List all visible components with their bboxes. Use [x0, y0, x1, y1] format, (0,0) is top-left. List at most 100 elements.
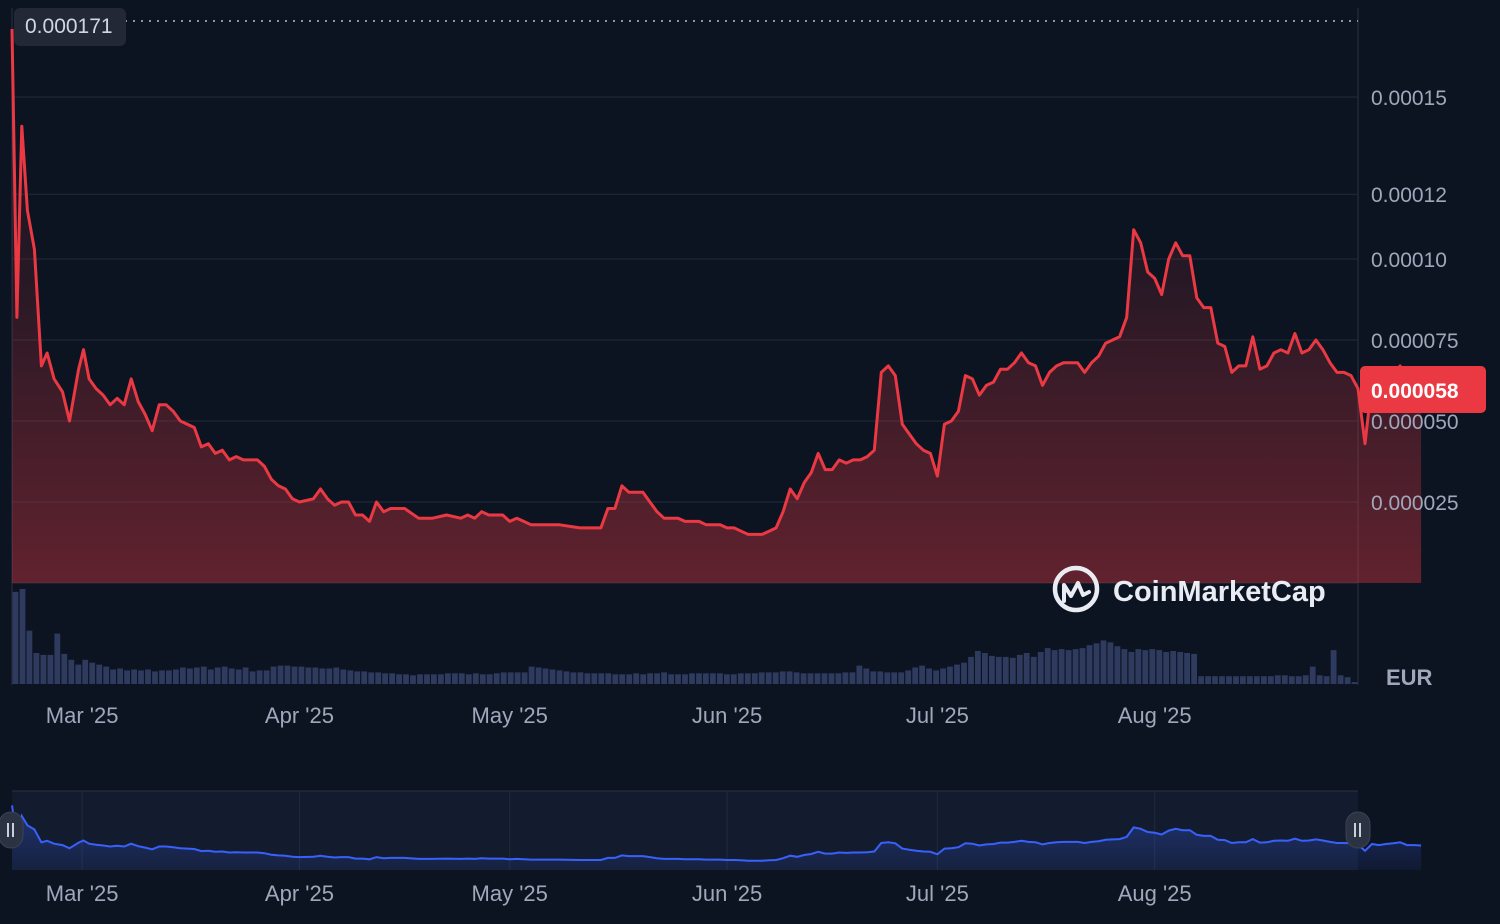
range-navigator[interactable]	[0, 790, 1422, 870]
volume-bar	[1323, 676, 1330, 684]
volume-bar	[256, 670, 263, 684]
volume-bar	[228, 668, 235, 684]
volume-bar	[1093, 643, 1100, 684]
navigator-right-handle[interactable]	[1345, 811, 1371, 849]
volume-bar	[675, 674, 681, 684]
volume-bar	[277, 665, 284, 684]
volume-bar	[326, 668, 333, 684]
volume-bar	[542, 668, 549, 684]
x-tick-label: Jul '25	[906, 703, 969, 728]
volume-bar	[242, 667, 249, 684]
volume-bar	[1330, 650, 1337, 684]
volume-bar	[856, 665, 863, 684]
volume-bar	[821, 673, 828, 684]
volume-bar	[445, 673, 451, 684]
navigator-left-handle[interactable]	[0, 811, 24, 849]
right-handle-grip[interactable]	[1345, 811, 1371, 849]
volume-bar	[1177, 652, 1184, 684]
volume-bar	[786, 671, 793, 684]
volume-bar	[1295, 676, 1302, 684]
volume-bar	[661, 672, 667, 684]
volume-bar	[995, 656, 1002, 684]
volume-bar	[814, 673, 821, 684]
volume-bar	[619, 674, 626, 684]
volume-bar	[382, 673, 388, 684]
volume-bar	[152, 671, 158, 684]
volume-bar	[173, 669, 179, 684]
volume-bar	[891, 672, 898, 684]
volume-bar	[319, 668, 326, 684]
volume-bar	[1351, 682, 1358, 684]
volume-bar	[724, 674, 730, 684]
volume-bar	[703, 673, 709, 684]
volume-bar	[1219, 676, 1225, 684]
volume-bar	[1233, 676, 1239, 684]
volume-bar	[166, 670, 172, 684]
volume-bar	[61, 653, 68, 684]
volume-bar	[26, 630, 33, 684]
price-area-fill	[12, 29, 1422, 583]
volume-bar	[1302, 675, 1309, 684]
volume-bar	[214, 667, 221, 684]
current-price-label: 0.000058	[1371, 380, 1459, 403]
volume-bar	[737, 673, 744, 684]
volume-bar	[375, 672, 382, 684]
volume-bar	[835, 673, 842, 684]
volume-bar	[500, 672, 507, 684]
volume-bar	[898, 672, 905, 684]
volume-bar	[591, 673, 598, 684]
volume-bar	[263, 670, 270, 684]
volume-bar	[1058, 649, 1065, 684]
volume-bar	[863, 668, 870, 684]
volume-bar	[514, 672, 521, 684]
volume-bar	[1065, 650, 1072, 684]
volume-bar	[800, 673, 807, 684]
volume-bar	[19, 589, 26, 684]
volume-bar	[772, 672, 779, 684]
volume-bar	[1240, 676, 1246, 684]
volume-bar	[1016, 654, 1023, 684]
volume-bar	[1044, 648, 1051, 684]
volume-bar	[744, 673, 751, 684]
volume-bar	[1184, 653, 1190, 684]
volume-bar	[528, 666, 535, 684]
volume-bar	[89, 662, 96, 684]
volume-bar	[535, 667, 542, 684]
volume-bar	[919, 665, 925, 684]
left-handle-grip[interactable]	[0, 811, 24, 849]
volume-bar	[1205, 676, 1211, 684]
volume-bar	[145, 669, 151, 684]
volume-bar	[1072, 649, 1079, 684]
volume-bar	[1086, 645, 1093, 684]
volume-bar	[312, 667, 319, 684]
volume-bar	[1128, 652, 1135, 684]
volume-bar	[1198, 676, 1204, 684]
volume-bar	[187, 668, 193, 684]
volume-bar	[110, 669, 116, 684]
price-chart: 0.000171 0.000025 0.000050 0.000075 0.00010…	[0, 8, 1486, 906]
volume-bar	[131, 669, 137, 684]
volume-bar	[989, 655, 995, 684]
volume-bar	[933, 670, 939, 684]
volume-bar	[361, 671, 368, 684]
volume-bar	[12, 591, 19, 684]
volume-bar	[877, 671, 884, 684]
watermark-text: CoinMarketCap	[1113, 576, 1326, 608]
volume-bar	[947, 666, 953, 684]
y-tick-label: 0.000075	[1371, 330, 1459, 353]
volume-bar	[605, 673, 612, 684]
volume-bar	[340, 669, 347, 684]
navigator-x-axis: Mar '25 Apr '25 May '25 Jun '25 Jul '25 Aug '…	[46, 881, 1192, 906]
volume-bar	[584, 673, 591, 684]
volume-bar	[905, 670, 912, 684]
volume-bar	[1267, 676, 1274, 684]
navigator-x-tick-label: Aug '25	[1118, 881, 1192, 906]
volume-bar	[975, 651, 981, 684]
volume-bar	[633, 673, 640, 684]
volume-bar	[1114, 646, 1121, 684]
volume-bar	[1142, 650, 1149, 684]
y-tick-label: 0.00012	[1371, 184, 1447, 207]
x-axis: Mar '25 Apr '25 May '25 Jun '25 Jul '25 Aug '…	[46, 703, 1192, 728]
volume-bar	[1281, 675, 1288, 684]
volume-bar	[1023, 653, 1030, 684]
